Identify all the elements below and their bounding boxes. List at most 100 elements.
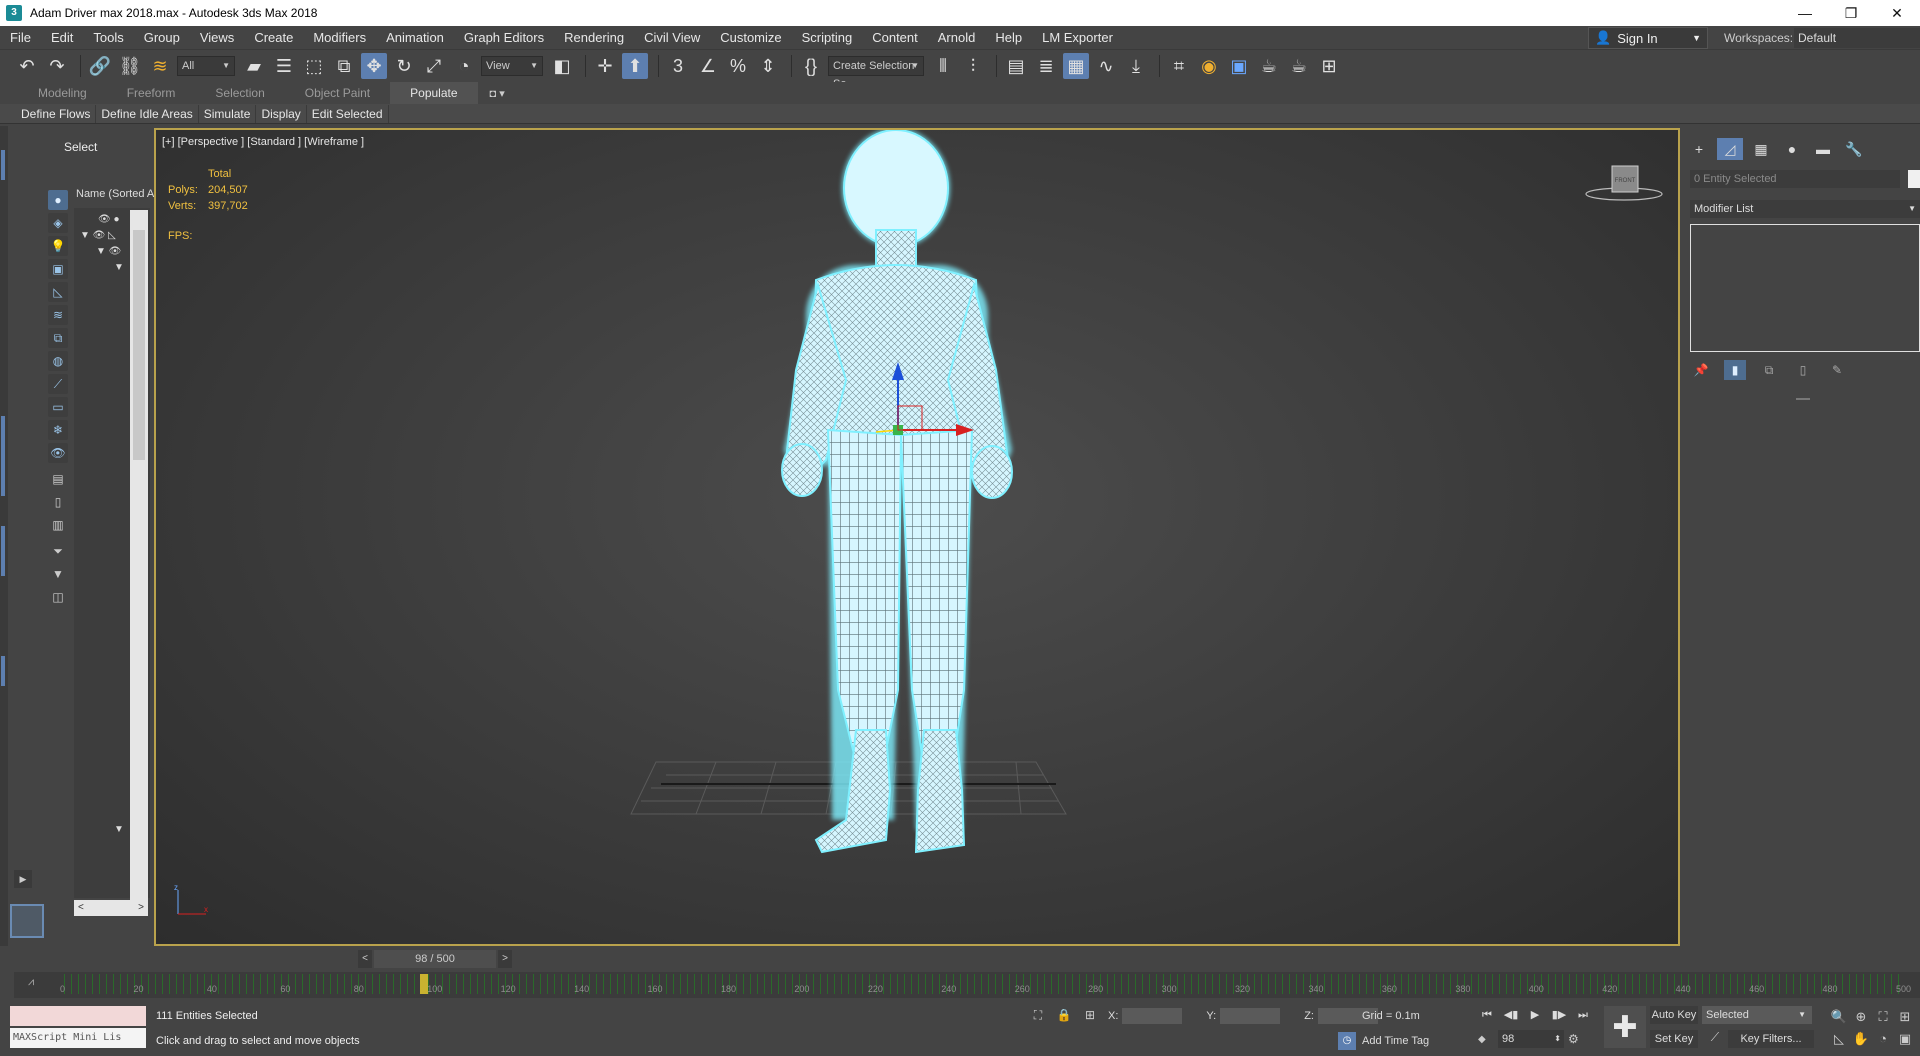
panel-grip[interactable] xyxy=(1796,398,1810,400)
angle-snap-icon[interactable]: ∠ xyxy=(695,53,721,79)
modify-tab-icon[interactable]: ◿ xyxy=(1717,138,1743,160)
perspective-viewport[interactable]: [+] [Perspective ] [Standard ] [Wirefram… xyxy=(154,128,1680,946)
percent-snap-icon[interactable]: % xyxy=(725,53,751,79)
restore-button[interactable]: ❐ xyxy=(1828,0,1874,26)
tab-modeling[interactable]: Modeling xyxy=(18,82,107,104)
xref-icon[interactable]: ◍ xyxy=(48,351,68,371)
hidden-icon[interactable]: 👁 xyxy=(48,443,68,463)
explorer-hscrollbar[interactable]: < > xyxy=(74,900,148,916)
mirror-icon[interactable]: ⫴ xyxy=(930,53,956,79)
create-tab-icon[interactable]: + xyxy=(1686,138,1712,160)
scroll-left-icon[interactable]: < xyxy=(78,900,84,916)
default-tangent-icon[interactable]: ⟋ xyxy=(1706,1030,1724,1048)
explorer-scrollbar[interactable] xyxy=(130,210,148,900)
menu-lm-exporter[interactable]: LM Exporter xyxy=(1032,26,1123,50)
menu-customize[interactable]: Customize xyxy=(710,26,791,50)
redo-icon[interactable]: ↷ xyxy=(44,53,70,79)
pin-stack-icon[interactable]: 📌 xyxy=(1690,360,1712,380)
tab-freeform[interactable]: Freeform xyxy=(107,82,196,104)
menu-civil-view[interactable]: Civil View xyxy=(634,26,710,50)
render-setup-icon[interactable]: ▣ xyxy=(1226,53,1252,79)
material-editor-icon[interactable]: ◉ xyxy=(1196,53,1222,79)
configure-sets-icon[interactable]: ✎ xyxy=(1826,360,1848,380)
explorer-header[interactable]: Select xyxy=(64,140,97,154)
group-icon[interactable]: ⧉ xyxy=(48,328,68,348)
display-tab-icon[interactable]: ▬ xyxy=(1810,138,1836,160)
filter-icon[interactable]: ⏷ xyxy=(48,541,68,561)
display-none-icon[interactable]: ● xyxy=(48,190,68,210)
doc-icon[interactable]: ▥ xyxy=(48,515,68,535)
modifier-stack[interactable] xyxy=(1690,224,1920,352)
bind-spacewarp-icon[interactable]: ≋ xyxy=(147,53,173,79)
object-name-field[interactable]: 0 Entity Selected xyxy=(1690,170,1900,188)
utilities-tab-icon[interactable]: 🔧 xyxy=(1841,138,1867,160)
tree-row[interactable]: ▼ xyxy=(114,824,124,835)
select-object-icon[interactable]: ▰ xyxy=(241,53,267,79)
curve-editor-icon[interactable]: ∿ xyxy=(1093,53,1119,79)
spacewarp-icon[interactable]: ≋ xyxy=(48,305,68,325)
maxscript-listener[interactable] xyxy=(10,1006,146,1026)
simulate-button[interactable]: Simulate xyxy=(199,104,257,123)
page-icon[interactable]: ▯ xyxy=(48,492,68,512)
undo-icon[interactable]: ↶ xyxy=(14,53,40,79)
minimize-button[interactable]: — xyxy=(1782,0,1828,26)
orbit-icon[interactable]: ◔ xyxy=(1872,1028,1894,1050)
hierarchy-tab-icon[interactable]: ▦ xyxy=(1748,138,1774,160)
rect-select-icon[interactable]: ⬚ xyxy=(301,53,327,79)
menu-rendering[interactable]: Rendering xyxy=(554,26,634,50)
render-iterative-icon[interactable]: ⊞ xyxy=(1316,53,1342,79)
camera-icon[interactable]: ▣ xyxy=(48,259,68,279)
menu-group[interactable]: Group xyxy=(134,26,190,50)
define-idle-areas-button[interactable]: Define Idle Areas xyxy=(96,104,199,123)
schematic-view-icon[interactable]: ⌗ xyxy=(1166,53,1192,79)
isolate-icon[interactable]: ⛶ xyxy=(1030,1008,1046,1024)
layer-explorer-icon[interactable]: ≣ xyxy=(1033,53,1059,79)
menu-help[interactable]: Help xyxy=(985,26,1032,50)
zoom-extents-all-icon[interactable]: ⊞ xyxy=(1894,1006,1916,1028)
key-mode-icon[interactable]: ◆ xyxy=(1478,1034,1494,1045)
menu-modifiers[interactable]: Modifiers xyxy=(303,26,376,50)
align-icon[interactable]: ⫶ xyxy=(960,53,986,79)
set-keys-button[interactable]: ✚ xyxy=(1604,1006,1646,1048)
tab-populate[interactable]: Populate xyxy=(390,82,478,104)
lock-icon[interactable]: 🔒 xyxy=(1056,1008,1072,1024)
scroll-right-icon[interactable]: > xyxy=(138,900,144,916)
maximize-viewport-icon[interactable]: ▣ xyxy=(1894,1028,1916,1050)
menu-scripting[interactable]: Scripting xyxy=(792,26,863,50)
render-production-icon[interactable]: ☕ xyxy=(1286,53,1312,79)
time-slider[interactable]: < 98 / 500 > xyxy=(358,950,512,968)
list-icon[interactable]: ▤ xyxy=(48,469,68,489)
key-selection-dropdown[interactable]: Selected ▼ xyxy=(1702,1006,1812,1024)
time-prev-button[interactable]: < xyxy=(358,950,372,968)
geometry-icon[interactable]: ◈ xyxy=(48,213,68,233)
go-to-end-icon[interactable]: ⏭ xyxy=(1572,1006,1594,1024)
trackbar[interactable]: ⩘ 0 20 40 60 80 100 120 140 160 180 200 220 240 260 28… xyxy=(14,972,1920,998)
time-slider-value[interactable]: 98 / 500 xyxy=(374,950,496,968)
rotate-icon[interactable]: ↻ xyxy=(391,53,417,79)
menu-edit[interactable]: Edit xyxy=(41,26,83,50)
key-filters-button[interactable]: Key Filters... xyxy=(1728,1030,1814,1048)
layer-icon[interactable]: ◫ xyxy=(48,587,68,607)
pan-icon[interactable]: ✋ xyxy=(1850,1028,1872,1050)
menu-graph-editors[interactable]: Graph Editors xyxy=(454,26,554,50)
snap-toggle-icon[interactable]: 3 xyxy=(665,53,691,79)
dope-sheet-icon[interactable]: ⤓ xyxy=(1123,53,1149,79)
next-frame-icon[interactable]: ▮▶ xyxy=(1548,1006,1570,1024)
toggle-ribbon-icon[interactable]: ▦ xyxy=(1063,53,1089,79)
previous-frame-icon[interactable]: ◀▮ xyxy=(1500,1006,1522,1024)
window-crossing-icon[interactable]: ⧉ xyxy=(331,53,357,79)
explorer-name-column[interactable]: Name (Sorted A xyxy=(76,188,154,200)
unlink-icon[interactable]: ⛓ xyxy=(117,53,143,79)
menu-create[interactable]: Create xyxy=(244,26,303,50)
spinner-icon[interactable]: ⬍ xyxy=(1554,1030,1561,1048)
zoom-extents-icon[interactable]: ⛶ xyxy=(1872,1006,1894,1028)
show-end-result-icon[interactable]: ▮ xyxy=(1724,360,1746,380)
spinner-snap-icon[interactable]: ⇕ xyxy=(755,53,781,79)
set-key-button[interactable]: Set Key xyxy=(1650,1030,1698,1048)
pivot-center-icon[interactable]: ◧ xyxy=(549,53,575,79)
absolute-mode-icon[interactable]: ⊞ xyxy=(1082,1008,1098,1024)
time-tag[interactable]: ◷ Add Time Tag xyxy=(1338,1032,1429,1050)
remove-modifier-icon[interactable]: ▯ xyxy=(1792,360,1814,380)
container-icon[interactable]: ▭ xyxy=(48,397,68,417)
current-frame-field[interactable]: 98 ⬍ xyxy=(1498,1030,1564,1048)
